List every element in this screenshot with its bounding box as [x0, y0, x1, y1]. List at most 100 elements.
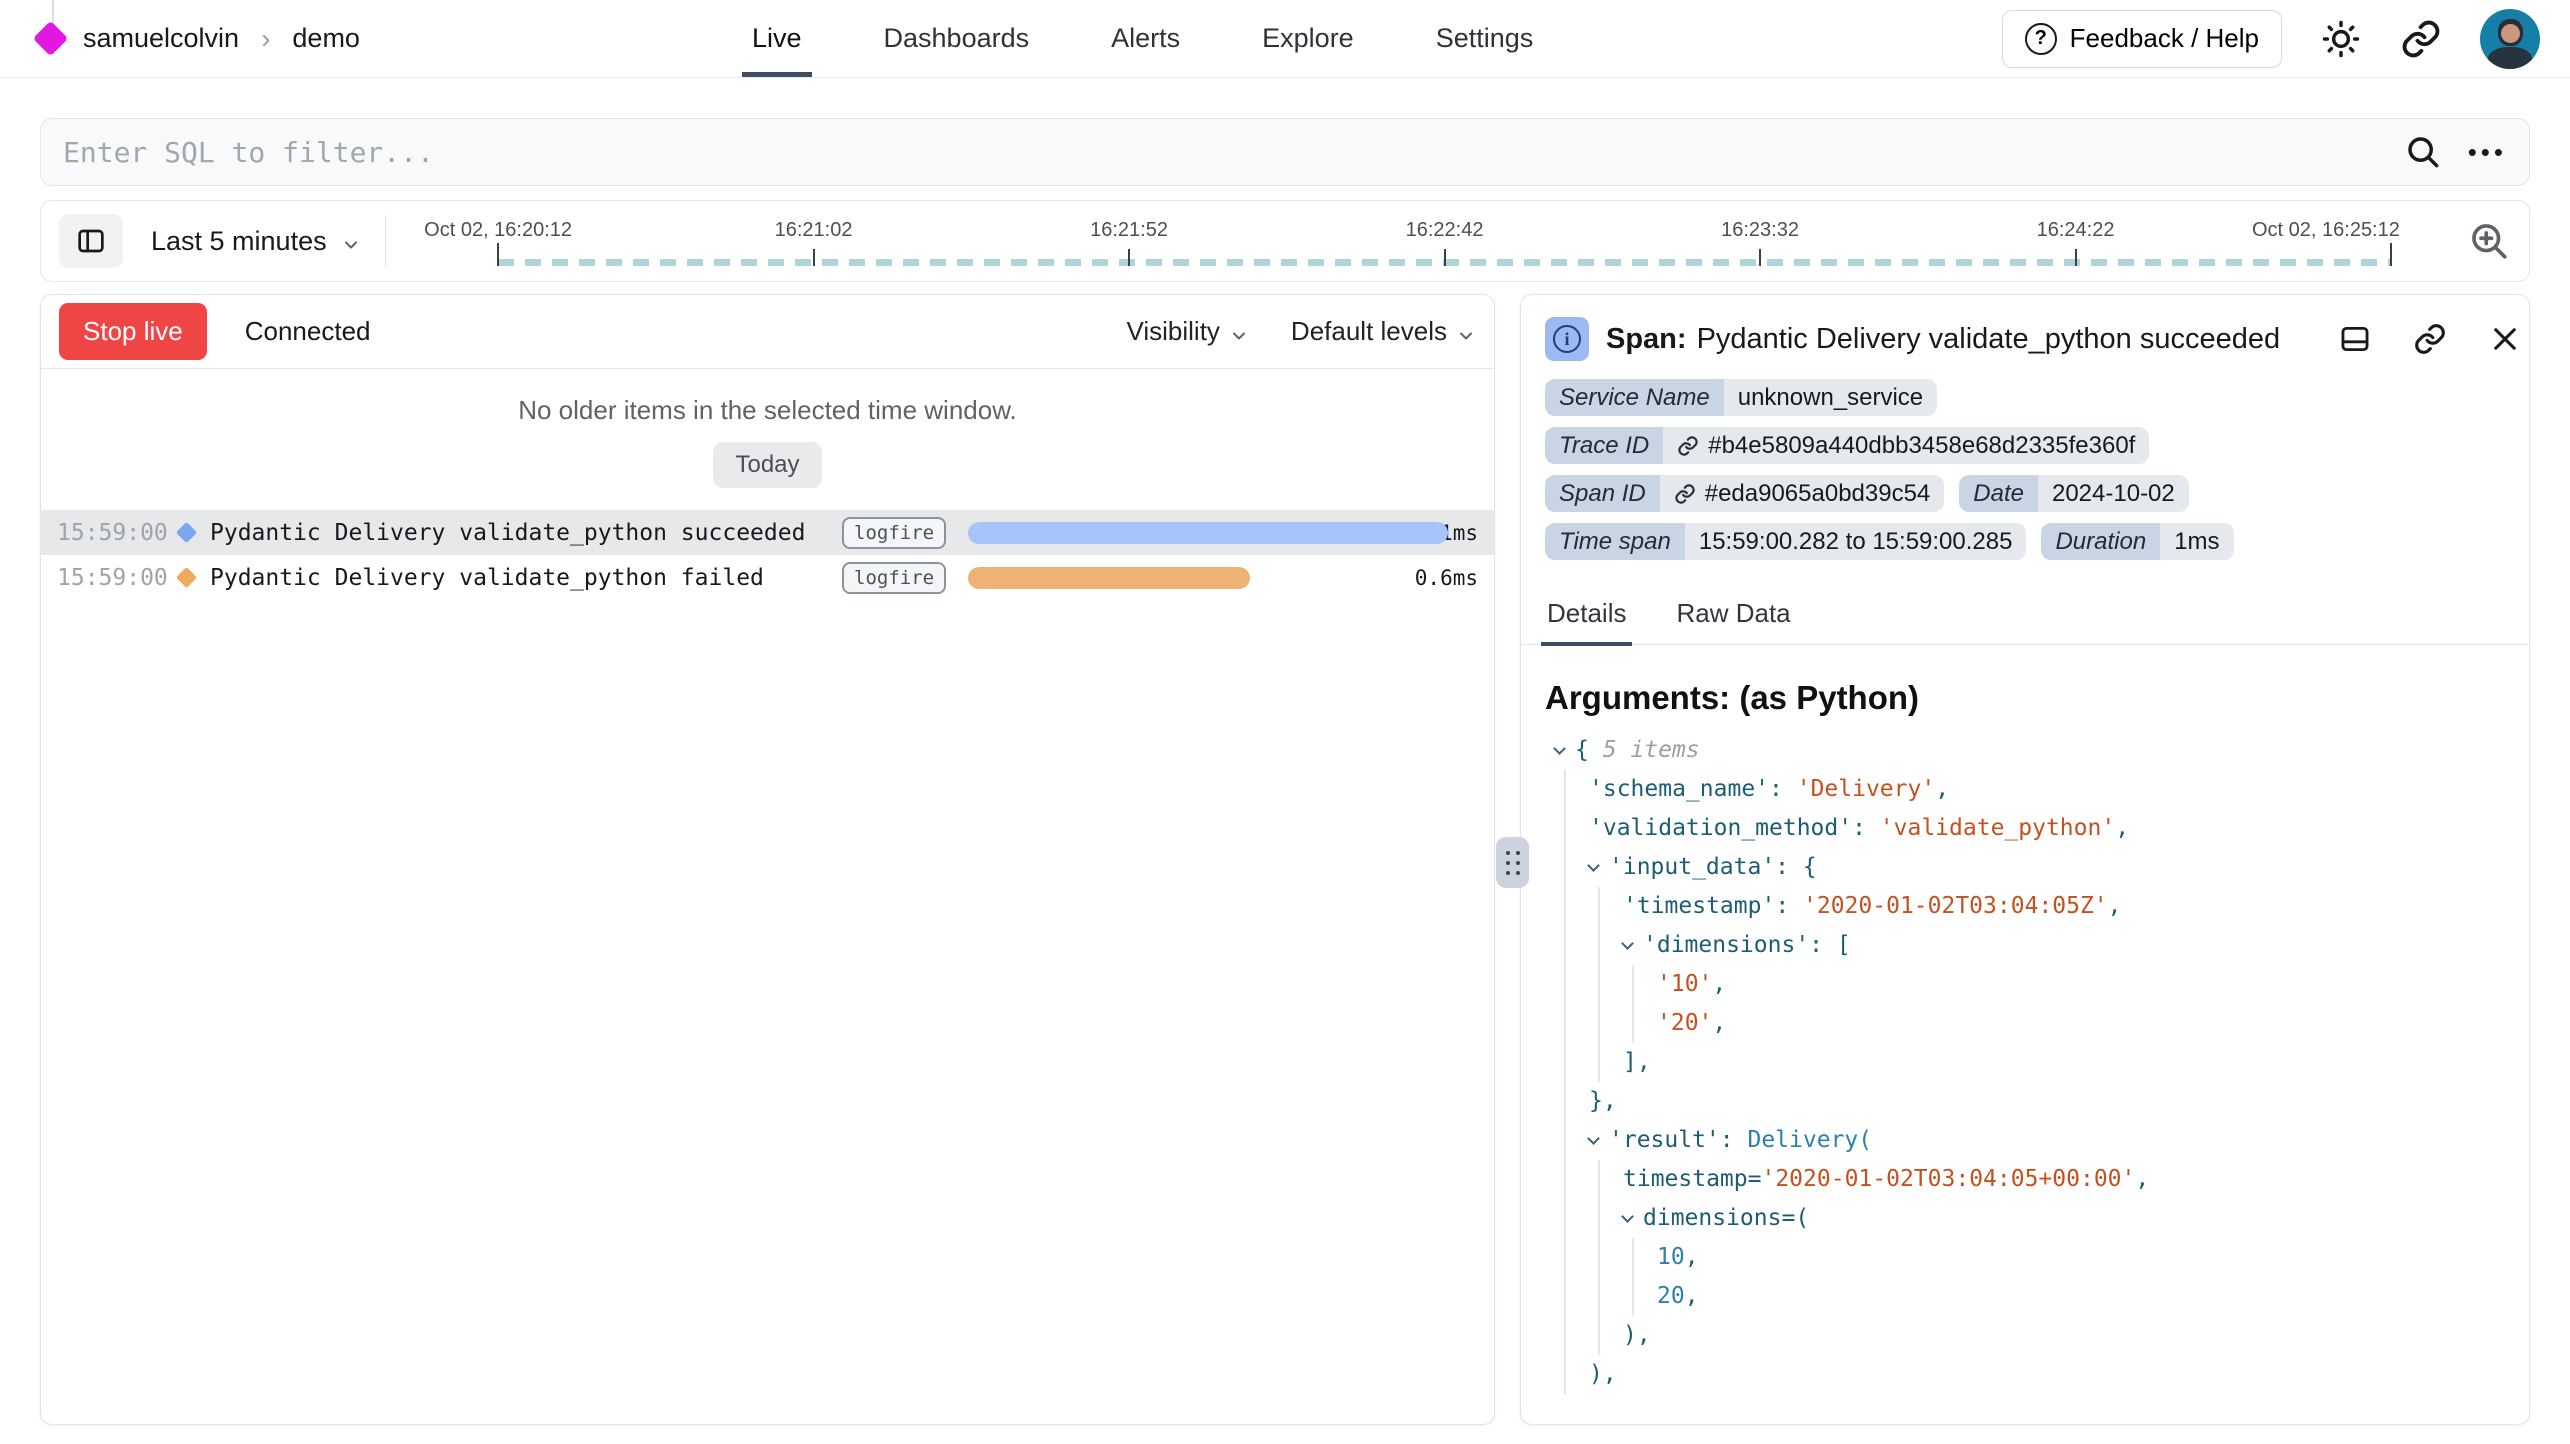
span-attribute-badge: Trace ID#b4e5809a440dbb3458e68d2335fe360… — [1545, 427, 2149, 464]
scope-tag[interactable]: logfire — [842, 517, 946, 549]
code-token: 5 items — [1603, 737, 1700, 763]
code-token: }, — [1589, 1088, 1617, 1114]
tab-live[interactable]: Live — [752, 0, 802, 77]
indent-guide — [1598, 1316, 1600, 1355]
theme-sun-icon[interactable] — [2320, 18, 2362, 60]
span-detail-header: i Span: Pydantic Delivery validate_pytho… — [1521, 295, 2529, 361]
tab-settings[interactable]: Settings — [1436, 0, 1534, 77]
collapse-caret-icon[interactable] — [1587, 859, 1600, 872]
tab-dashboards[interactable]: Dashboards — [884, 0, 1030, 77]
indent-guide — [1564, 1082, 1566, 1121]
today-pill[interactable]: Today — [713, 442, 821, 488]
sidebar-toggle-icon[interactable] — [59, 214, 123, 268]
tick-mark — [1444, 249, 1446, 266]
badge-row: Time span15:59:00.282 to 15:59:00.285Dur… — [1545, 523, 2505, 560]
tree-line: 'dimensions': [ — [1545, 926, 2505, 965]
span-badges: Service Nameunknown_service Trace ID#b4e5… — [1521, 361, 2529, 560]
tree-line: 20, — [1545, 1277, 2505, 1316]
breadcrumb-org[interactable]: samuelcolvin — [83, 23, 239, 54]
log-message: Pydantic Delivery validate_python failed — [210, 565, 842, 591]
duration-bar-track — [968, 522, 1382, 544]
code-token: '10' — [1657, 971, 1712, 997]
log-timestamp: 15:59:00 — [57, 520, 175, 546]
tree-line: 'validation_method': 'validate_python', — [1545, 809, 2505, 848]
divider — [385, 215, 387, 267]
tree-line: '10', — [1545, 965, 2505, 1004]
code-token: '2020-01-02T03:04:05Z' — [1803, 893, 2108, 919]
collapse-caret-icon[interactable] — [1587, 1132, 1600, 1145]
code-token: , — [2108, 893, 2122, 919]
info-icon: i — [1545, 317, 1589, 361]
sql-filter-input[interactable] — [63, 136, 2394, 169]
collapse-caret-icon[interactable] — [1621, 1210, 1634, 1223]
code-token: 'schema_name': — [1589, 776, 1797, 802]
detail-tab-raw-data[interactable]: Raw Data — [1674, 588, 1792, 644]
duration-bar — [968, 522, 1448, 544]
detail-tab-details[interactable]: Details — [1545, 588, 1628, 644]
badge-value: unknown_service — [1724, 379, 1937, 416]
code-token: , — [1685, 1244, 1699, 1270]
question-circle-icon: ? — [2025, 23, 2057, 55]
indent-guide — [1564, 965, 1566, 1004]
tick-mark — [2075, 249, 2077, 266]
link-icon[interactable] — [1674, 483, 1696, 505]
badge-value-text: #eda9065a0bd39c54 — [1705, 480, 1931, 508]
arguments-heading: Arguments: (as Python) — [1545, 679, 2505, 717]
code-token: , — [1685, 1283, 1699, 1309]
main-content: Stop live Connected Visibility Default l… — [40, 294, 2530, 1425]
collapse-caret-icon[interactable] — [1553, 742, 1566, 755]
search-icon[interactable] — [2404, 133, 2442, 171]
indent-guide — [1598, 926, 1600, 965]
zoom-in-icon[interactable] — [2467, 219, 2511, 263]
indent-guide — [1598, 1160, 1600, 1199]
stop-live-button[interactable]: Stop live — [59, 303, 207, 360]
badge-label: Time span — [1545, 523, 1685, 560]
span-attribute-badge: Duration1ms — [2041, 523, 2233, 560]
collapse-caret-icon[interactable] — [1621, 937, 1634, 950]
logfire-logo-icon — [33, 21, 68, 56]
indent-guide — [1564, 1316, 1566, 1355]
log-row[interactable]: 15:59:00Pydantic Delivery validate_pytho… — [41, 555, 1494, 600]
code-token: , — [1712, 971, 1726, 997]
live-panel-header: Stop live Connected Visibility Default l… — [41, 295, 1494, 369]
empty-window-message: No older items in the selected time wind… — [41, 395, 1494, 426]
tab-explore[interactable]: Explore — [1262, 0, 1354, 77]
visibility-dropdown[interactable]: Visibility — [1126, 316, 1248, 347]
badge-row: Service Nameunknown_service — [1545, 379, 2505, 416]
badge-value-text: unknown_service — [1738, 384, 1923, 412]
tab-alerts[interactable]: Alerts — [1111, 0, 1180, 77]
indent-guide — [1632, 965, 1634, 1004]
scope-tag[interactable]: logfire — [842, 562, 946, 594]
log-message: Pydantic Delivery validate_python succee… — [210, 520, 842, 546]
more-options-icon[interactable]: ••• — [2468, 139, 2507, 165]
panel-resize-handle[interactable] — [1496, 837, 1529, 888]
tree-line: '20', — [1545, 1004, 2505, 1043]
detail-tabs: Details Raw Data — [1521, 588, 2529, 645]
copy-link-icon[interactable] — [2413, 322, 2447, 356]
link-icon[interactable] — [1677, 435, 1699, 457]
breadcrumb-project[interactable]: demo — [292, 23, 360, 54]
tree-line: 'timestamp': '2020-01-02T03:04:05Z', — [1545, 887, 2505, 926]
badge-row: Span ID#eda9065a0bd39c54Date2024-10-02 — [1545, 475, 2505, 512]
tree-line: timestamp='2020-01-02T03:04:05+00:00', — [1545, 1160, 2505, 1199]
duration-label: 0.6ms — [1382, 566, 1478, 590]
indent-guide — [1564, 1160, 1566, 1199]
log-row[interactable]: 15:59:00 Pydantic Delivery validate_pytho… — [41, 510, 1494, 555]
feedback-help-button[interactable]: ? Feedback / Help — [2002, 10, 2282, 68]
live-panel: Stop live Connected Visibility Default l… — [40, 294, 1495, 1425]
tick-mark — [497, 243, 499, 266]
share-link-icon[interactable] — [2400, 18, 2442, 60]
time-range-bar: Last 5 minutes Oct 02, 16:20:1216:21:021… — [40, 200, 2530, 282]
dock-panel-icon[interactable] — [2338, 322, 2372, 356]
default-levels-label: Default levels — [1291, 316, 1447, 347]
code-token: , — [1935, 776, 1949, 802]
tree-line: 'input_data': { — [1545, 848, 2505, 887]
tree-line: 'result': Delivery( — [1545, 1121, 2505, 1160]
time-range-dropdown[interactable]: Last 5 minutes — [151, 226, 361, 257]
timeline[interactable]: Oct 02, 16:20:1216:21:0216:21:5216:22:42… — [410, 201, 2453, 281]
indent-guide — [1564, 1355, 1566, 1394]
code-token: '2020-01-02T03:04:05+00:00' — [1761, 1166, 2135, 1192]
close-icon[interactable] — [2488, 322, 2522, 356]
default-levels-dropdown[interactable]: Default levels — [1291, 316, 1476, 347]
user-avatar[interactable] — [2480, 9, 2540, 69]
